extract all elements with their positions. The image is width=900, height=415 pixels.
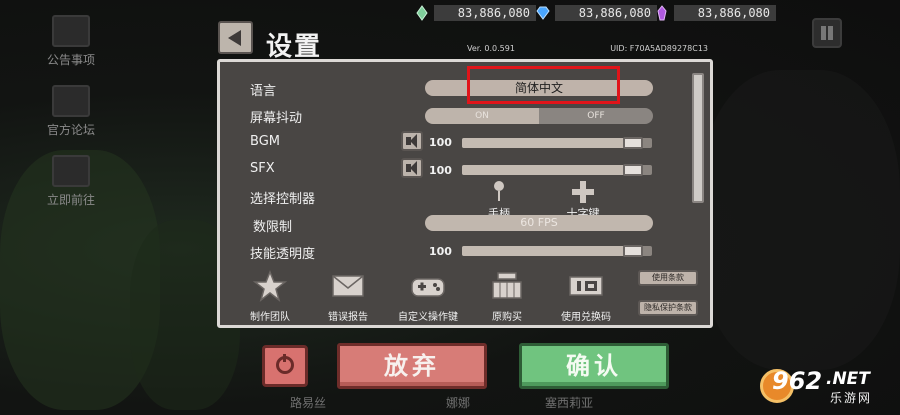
chat-bubble-icon bbox=[52, 155, 90, 187]
restore-purchase-label: 原购买 bbox=[492, 312, 522, 323]
bgm-slider-knob[interactable] bbox=[623, 137, 643, 149]
currency-blue: 83,886,080 bbox=[535, 4, 657, 22]
currency-value: 83,886,080 bbox=[434, 5, 536, 21]
credits-button[interactable]: 制作团队 bbox=[235, 269, 305, 323]
bgm-speaker-icon[interactable] bbox=[401, 131, 423, 151]
sfx-speaker-icon[interactable] bbox=[401, 158, 423, 178]
gamepad-icon bbox=[411, 278, 445, 297]
sfx-value: 100 bbox=[429, 164, 452, 177]
shop-icon bbox=[492, 272, 522, 299]
site-watermark: 962 .NET 乐游网 bbox=[760, 367, 890, 407]
confirm-button[interactable]: 确认 bbox=[519, 343, 669, 389]
screen-shake-label: 屏幕抖动 bbox=[250, 111, 303, 126]
bug-report-label: 错误报告 bbox=[328, 312, 368, 323]
redeem-code-icon bbox=[569, 276, 603, 296]
skill-opacity-value: 100 bbox=[429, 245, 452, 258]
sfx-slider-fill bbox=[462, 165, 633, 175]
green-crystal-icon bbox=[416, 5, 428, 21]
version-text: Ver. 0.0.591 bbox=[467, 44, 515, 53]
uid-text: UID: F70A5AD89278C13 bbox=[610, 44, 708, 53]
watermark-number: 962 bbox=[772, 367, 823, 395]
settings-scrollbar[interactable] bbox=[692, 73, 704, 203]
redeem-code-label: 使用兑换码 bbox=[561, 312, 611, 323]
back-arrow-icon bbox=[228, 30, 241, 46]
rock-decoration bbox=[700, 70, 900, 370]
toggle-on-text: ON bbox=[475, 111, 489, 121]
skill-opacity-slider-knob[interactable] bbox=[623, 245, 643, 257]
shake-on-toggle[interactable]: ON bbox=[425, 108, 539, 124]
character-name: 路易丝 bbox=[290, 396, 327, 410]
skill-opacity-slider[interactable] bbox=[462, 245, 652, 257]
team-icon bbox=[252, 269, 288, 302]
privacy-policy-button[interactable]: 隐私保护条款 bbox=[638, 300, 698, 316]
currency-green: 83,886,080 bbox=[414, 4, 536, 22]
currency-purple: 83,886,080 bbox=[654, 4, 776, 22]
highlight-box bbox=[467, 66, 620, 104]
cancel-button[interactable]: 放弃 bbox=[337, 343, 487, 389]
sfx-slider-knob[interactable] bbox=[623, 164, 643, 176]
bgm-slider[interactable] bbox=[462, 137, 652, 149]
pause-button[interactable] bbox=[812, 18, 842, 48]
sidebar-item-label: 官方论坛 bbox=[46, 123, 95, 137]
sidebar-item-label: 立即前往 bbox=[46, 193, 95, 207]
quit-game-button[interactable] bbox=[262, 345, 308, 387]
bgm-slider-fill bbox=[462, 138, 633, 148]
power-icon bbox=[276, 354, 294, 374]
skill-opacity-slider-fill bbox=[462, 246, 633, 256]
credits-label: 制作团队 bbox=[250, 312, 290, 323]
language-label: 语言 bbox=[250, 84, 277, 99]
bgm-value: 100 bbox=[429, 136, 452, 149]
back-button[interactable] bbox=[218, 21, 253, 54]
custom-controls-label: 自定义操作键 bbox=[398, 312, 458, 323]
mail-icon bbox=[332, 275, 364, 297]
restore-purchase-button[interactable]: 原购买 bbox=[472, 270, 542, 323]
page-title: 设置 bbox=[266, 32, 323, 62]
skill-opacity-label: 技能透明度 bbox=[250, 247, 316, 262]
sfx-label: SFX bbox=[250, 161, 275, 176]
watermark-domain: .NET bbox=[826, 369, 870, 389]
redeem-code-button[interactable]: 使用兑换码 bbox=[551, 270, 621, 323]
sidebar-item-go[interactable]: 立即前往 bbox=[40, 155, 102, 208]
sidebar-item-notice[interactable]: 公告事项 bbox=[40, 15, 102, 68]
toggle-off-text: OFF bbox=[587, 111, 605, 121]
notice-icon bbox=[52, 15, 90, 47]
bgm-label: BGM bbox=[250, 134, 280, 149]
currency-value: 83,886,080 bbox=[674, 5, 776, 21]
custom-controls-button[interactable]: 自定义操作键 bbox=[393, 270, 463, 323]
sfx-slider[interactable] bbox=[462, 164, 652, 176]
fps-label: 数限制 bbox=[253, 220, 293, 235]
bug-report-button[interactable]: 错误报告 bbox=[313, 270, 383, 323]
watermark-site-name: 乐游网 bbox=[830, 391, 873, 405]
fps-value: 60 FPS bbox=[520, 216, 558, 229]
blue-diamond-icon bbox=[536, 6, 550, 20]
currency-value: 83,886,080 bbox=[555, 5, 657, 21]
character-name: 塞西莉亚 bbox=[545, 396, 594, 410]
terms-button[interactable]: 使用条款 bbox=[638, 270, 698, 286]
controller-label: 选择控制器 bbox=[250, 192, 316, 207]
forum-icon bbox=[52, 85, 90, 117]
sidebar-item-label: 公告事项 bbox=[46, 53, 95, 67]
joystick-icon bbox=[492, 181, 506, 203]
dpad-icon bbox=[572, 181, 594, 203]
character-name: 娜娜 bbox=[446, 396, 471, 410]
fps-select[interactable]: 60 FPS bbox=[425, 215, 653, 231]
sidebar-item-forum[interactable]: 官方论坛 bbox=[40, 85, 102, 138]
shake-off-toggle[interactable]: OFF bbox=[539, 108, 653, 124]
purple-crystal-icon bbox=[657, 5, 667, 21]
